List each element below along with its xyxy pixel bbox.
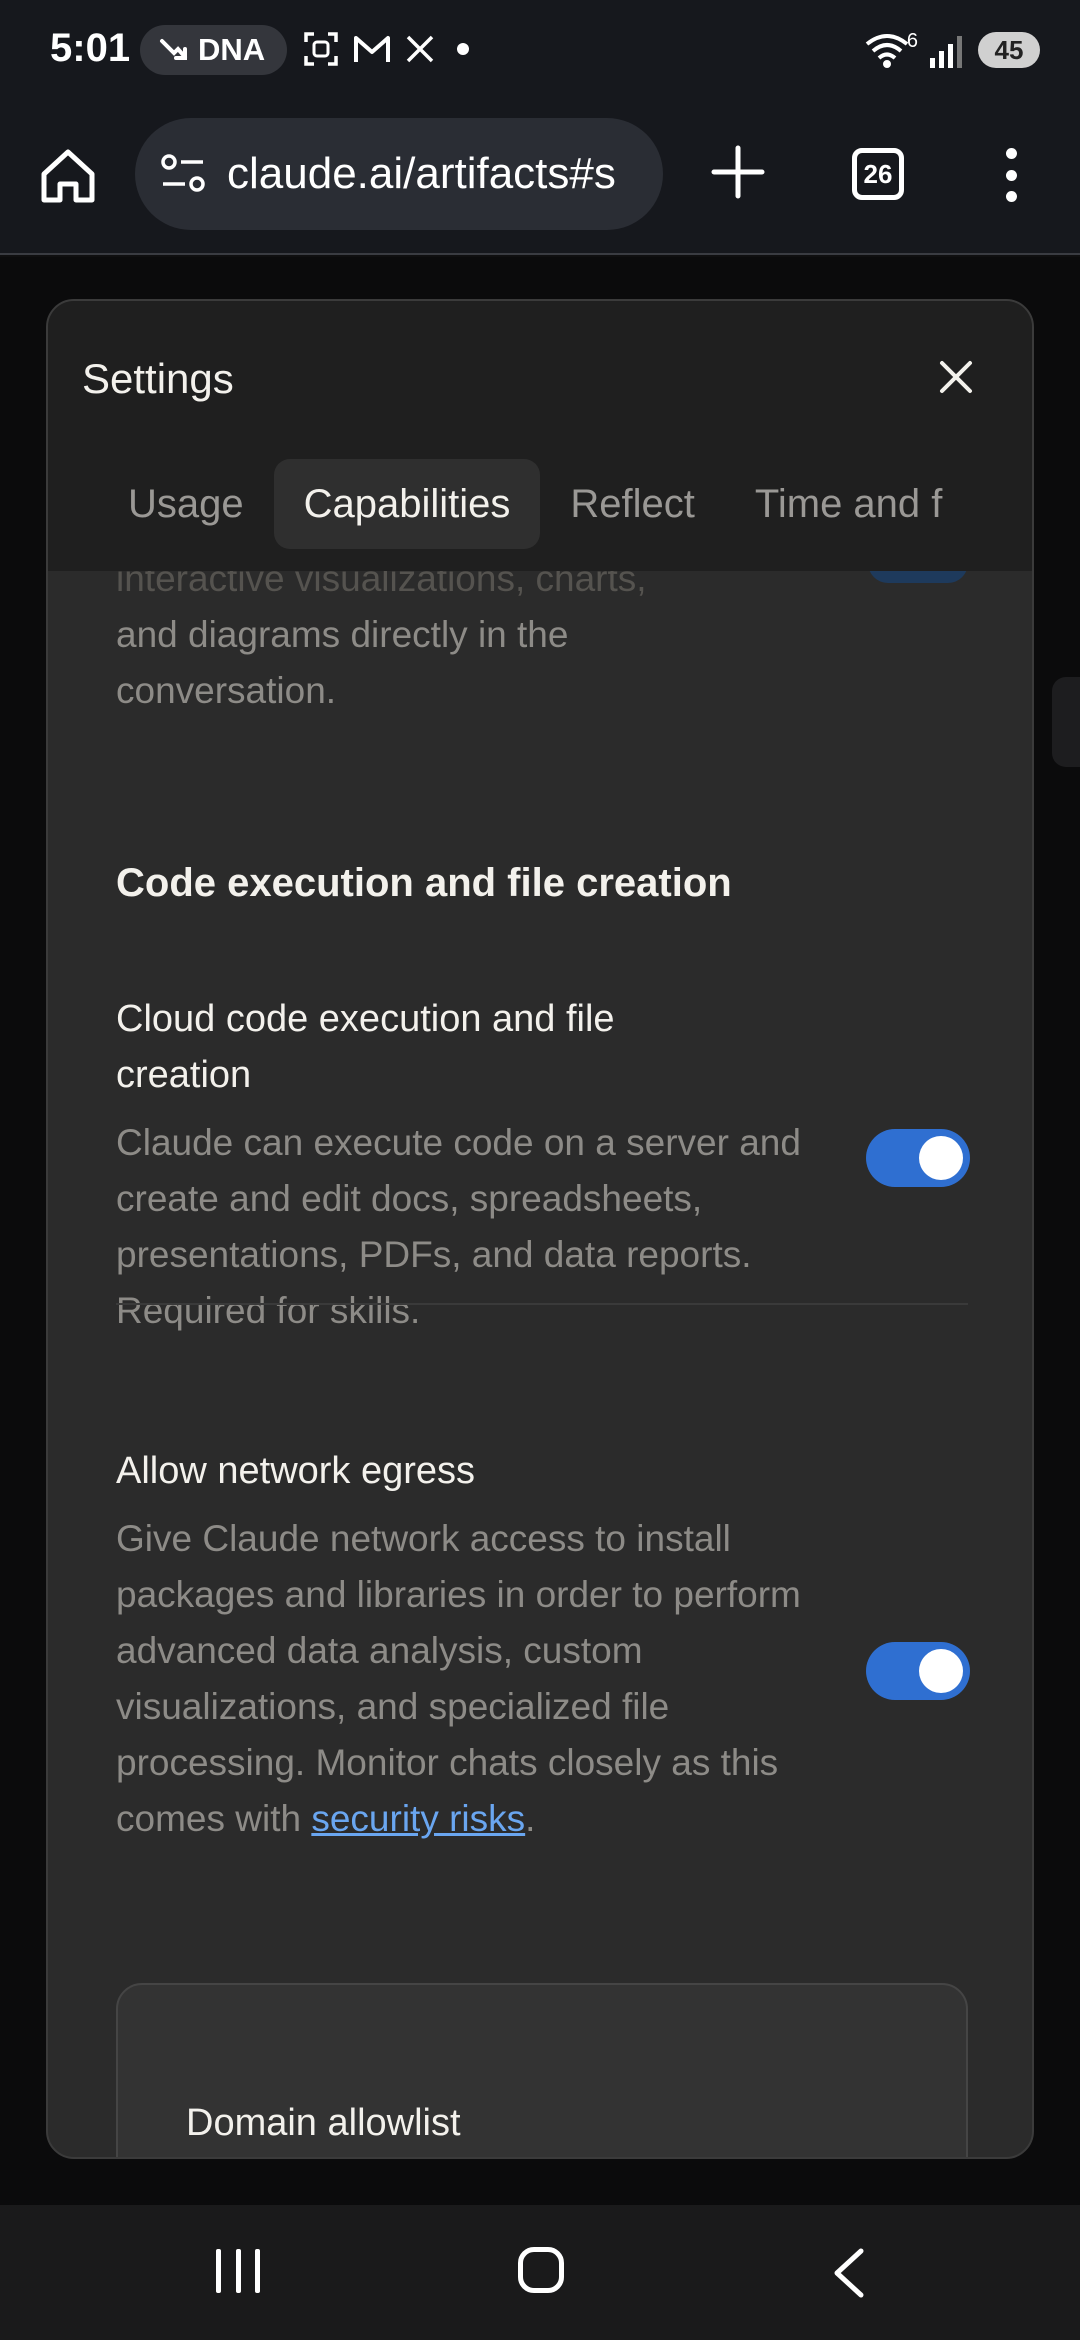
status-bar: 5:01 DNA 6 45 [0,0,1080,100]
signal-icon [930,36,962,68]
status-right: 6 45 [863,30,1040,70]
gmail-icon [354,36,390,62]
modal-title: Settings [82,355,234,402]
battery-indicator: 45 [978,32,1040,68]
setting-network-egress: Allow network egress Give Claude network… [116,1443,968,1847]
modal-header: Settings Usage Capabilities Reflect Time… [48,301,1032,571]
back-icon[interactable] [825,2245,875,2301]
setting-description: Give Claude network access to install pa… [116,1511,816,1847]
network-egress-toggle[interactable] [866,1642,970,1700]
recents-icon[interactable] [216,2245,260,2297]
notification-icons [302,30,478,68]
domain-allowlist-card: Domain allowlist [116,1983,968,2157]
section-title: Code execution and file creation [116,861,732,905]
home-icon[interactable] [36,144,100,208]
trend-down-icon [160,39,187,60]
backdrop-edge [1052,677,1080,767]
wifi-icon [865,34,909,68]
tab-switcher-button[interactable]: 26 [852,148,904,200]
security-risks-link[interactable]: security risks [311,1798,525,1839]
browser-toolbar: claude.ai/artifacts#s 26 [0,100,1080,255]
tab-time-and-f[interactable]: Time and f [725,459,972,549]
network-generation: 6 [906,29,918,52]
url-text[interactable]: claude.ai/artifacts#s [227,149,657,199]
settings-content: interactive visualizations, charts, and … [48,558,1032,2157]
system-nav-bar [0,2205,1080,2340]
prev-desc-line3: conversation. [116,670,337,711]
tab-capabilities[interactable]: Capabilities [273,459,541,549]
carrier-name: DNA [198,32,266,67]
setting-cloud-code-execution: Cloud code execution and file creation C… [116,991,968,1339]
browser-menu-icon[interactable] [996,140,1026,210]
x-app-icon [406,35,434,63]
toggle-knob [919,1136,963,1180]
more-notifications-dot [457,43,469,55]
egress-desc-end: . [525,1798,536,1839]
previous-setting-desc: interactive visualizations, charts, and … [116,551,816,719]
close-icon[interactable] [932,353,980,401]
carrier-pill: DNA [140,25,288,75]
prev-desc-line2: and diagrams directly in the [116,614,569,655]
setting-label: Allow network egress [116,1450,476,1492]
cloud-code-execution-toggle[interactable] [866,1129,970,1187]
toggle-knob [919,1649,963,1693]
settings-tabs: Usage Capabilities Reflect Time and f [98,459,972,549]
settings-modal: Settings Usage Capabilities Reflect Time… [46,299,1034,2159]
egress-desc-text: Give Claude network access to install pa… [116,1518,801,1839]
address-bar[interactable]: claude.ai/artifacts#s [135,118,663,230]
domain-allowlist-title: Domain allowlist [186,2102,461,2144]
status-time: 5:01 [50,26,131,70]
divider [116,1303,968,1305]
tab-reflect[interactable]: Reflect [540,459,725,549]
screenshot-icon [304,32,338,66]
new-tab-icon[interactable] [706,140,770,204]
setting-description: Claude can execute code on a server and … [116,1122,801,1331]
setting-label: Cloud code execution and file creation [116,998,615,1096]
nav-home-icon[interactable] [518,2247,564,2293]
tab-usage[interactable]: Usage [98,459,274,549]
site-settings-icon[interactable] [159,152,207,196]
